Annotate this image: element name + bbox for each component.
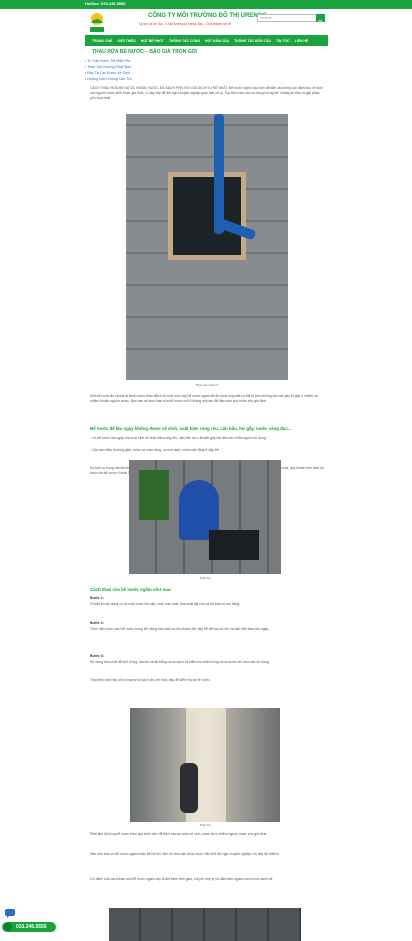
section-heading: Cách thau rửa bể nước ngầm như sau:: [90, 587, 172, 592]
tank-photo-4: [109, 908, 301, 941]
photo-caption: Thau bể: [199, 823, 211, 827]
nav-home[interactable]: TRANG CHỦ: [92, 39, 112, 43]
search-icon: [317, 20, 324, 26]
hotline-text: Hotline: 033.246.5555: [85, 1, 126, 6]
paragraph: - Có bể nước lâu ngày chưa vệ sinh sẽ xu…: [90, 436, 267, 440]
nav-septic[interactable]: HÚT BỂ PHỐT: [141, 39, 164, 43]
nav-cesspool[interactable]: HÚT HẦM CẦU: [205, 39, 229, 43]
search-input[interactable]: Search...: [257, 14, 317, 22]
step-title: Bước 1:: [90, 596, 104, 600]
photo-caption: Thau bể nước ốn: [195, 383, 219, 387]
tank-photo-1: [126, 114, 288, 380]
search-button[interactable]: [316, 14, 325, 26]
nav-about[interactable]: GIỚI THIỆU: [117, 39, 136, 43]
table-of-contents: • Tư Vấn Được Sở Miễn Phí • Thao Tác Đườ…: [85, 58, 132, 82]
chat-icon[interactable]: [4, 908, 16, 918]
slogan: Uy tín là tối đa - Chất lượng là hàng đầ…: [139, 22, 232, 26]
nav-toilet[interactable]: THÔNG TẮC BỒN CẦU: [234, 39, 271, 43]
company-name: CÔNG TY MÔI TRƯỜNG ĐÔ THỊ URENCO: [148, 13, 267, 19]
main-nav: TRANG CHỦ GIỚI THIỆU HÚT BỂ PHỐT THÔNG T…: [85, 35, 328, 46]
photo-caption: Thau bể: [199, 576, 211, 580]
step-title: Bước 3:: [90, 654, 104, 658]
paragraph: Nếu như bạn có bể nước ngầm hoặc bể lớn …: [90, 852, 280, 856]
page-title: THAU RỬA BỂ NƯỚC – BÁO GIÁ TRỌN GÓI: [92, 49, 197, 55]
tank-photo-2: [129, 460, 281, 574]
toc-item[interactable]: • Những Dịch Không Cần Trả: [85, 76, 132, 82]
nav-news[interactable]: TIN TỨC: [276, 39, 290, 43]
paragraph: Ưu điểm của cách thau rửa bể nước ngầm n…: [90, 877, 274, 881]
phone-icon: [4, 923, 12, 931]
paragraph: Tiếp theo bạn hãy xả lượng nước sạch cho…: [90, 678, 211, 682]
nav-drain[interactable]: THÔNG TẮC CỐNG: [169, 39, 200, 43]
paragraph: Một bể nước ăn và thế là bệnh nước thau …: [90, 394, 318, 403]
nav-contact[interactable]: LIÊN HỆ: [295, 39, 308, 43]
step-text: Thực hiện bơm cạn hết nước trong bể, dùn…: [90, 627, 269, 631]
step-text: Sử dụng hóa chất để khử trùng, sau đó xả…: [90, 660, 270, 664]
header: CÔNG TY MÔI TRƯỜNG ĐÔ THỊ URENCO Uy tín …: [0, 9, 412, 35]
intro-paragraph: CÁCH THAU RỬA BỂ NƯỚC NGẦM, NƯỚC ĐÁ SẠCH…: [90, 86, 323, 100]
section-heading: Bể nước để lâu ngày không được vệ sinh, …: [90, 426, 292, 431]
paragraph: Phải làm kỹ từng bể nước theo quy trình …: [90, 832, 268, 836]
paragraph: - Các dấu hiệu thường gặp: nước có màu v…: [90, 448, 220, 452]
phone-number: 033.246.5555: [16, 924, 47, 930]
step-title: Bước 2:: [90, 621, 104, 625]
top-bar: Hotline: 033.246.5555: [0, 0, 412, 9]
call-button[interactable]: 033.246.5555: [2, 922, 56, 932]
step-text: Chuẩn bị các dụng cụ vệ sinh: bơm hút cặ…: [90, 602, 241, 606]
logo-icon[interactable]: [88, 11, 106, 33]
tank-photo-3: [130, 708, 280, 822]
